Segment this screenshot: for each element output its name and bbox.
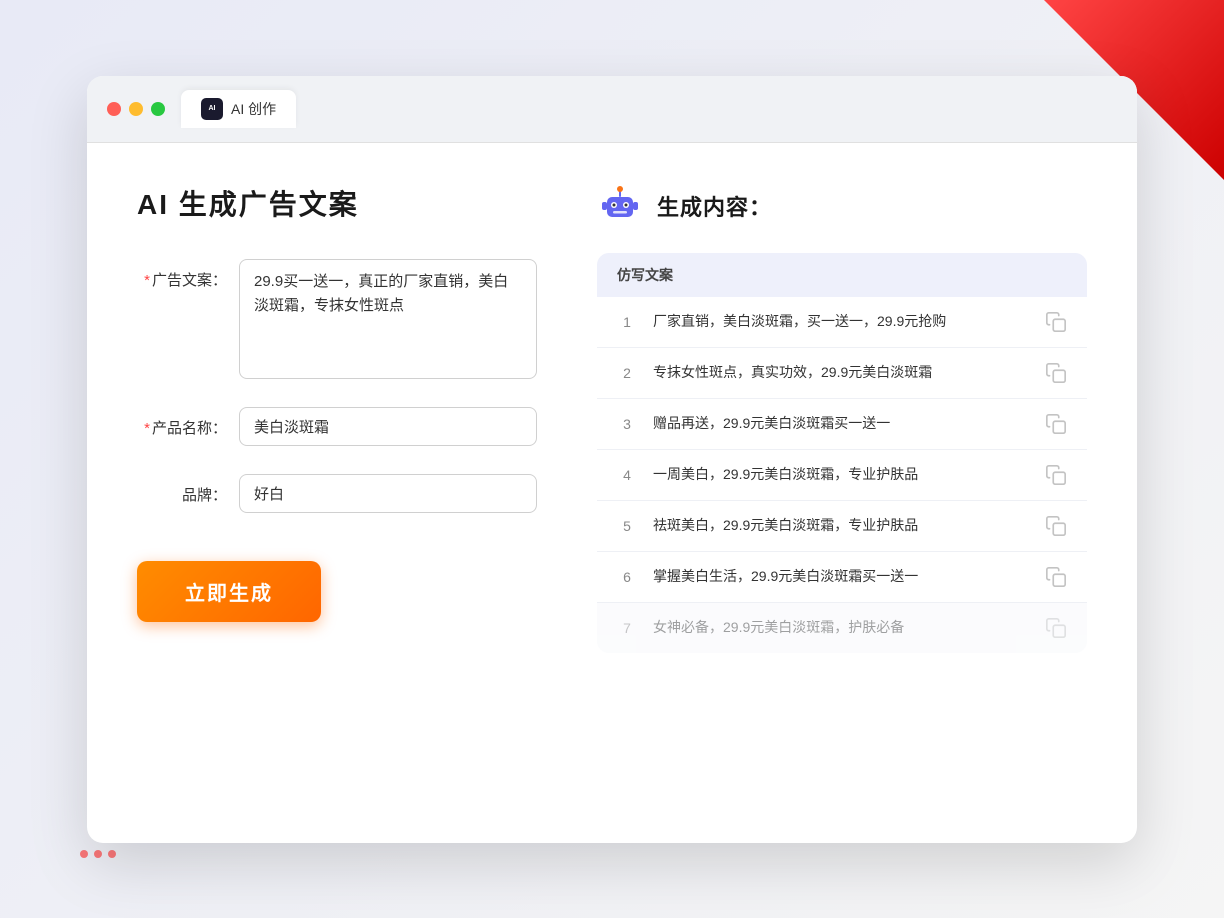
result-item-2: 2 专抹女性斑点，真实功效，29.9元美白淡斑霜 (597, 348, 1087, 399)
copy-icon-6[interactable] (1045, 566, 1067, 588)
ai-tab-icon (201, 98, 223, 120)
result-num-7: 7 (617, 620, 637, 636)
left-panel: AI 生成广告文案 *广告文案： *产品名称： 品牌： 立 (137, 183, 537, 803)
result-text-4: 一周美白，29.9元美白淡斑霜，专业护肤品 (653, 464, 1029, 485)
traffic-light-green[interactable] (151, 102, 165, 116)
result-text-6: 掌握美白生活，29.9元美白淡斑霜买一送一 (653, 566, 1029, 587)
result-text-3: 赠品再送，29.9元美白淡斑霜买一送一 (653, 413, 1029, 434)
browser-window: AI 创作 AI 生成广告文案 *广告文案： *产品名称： (87, 76, 1137, 843)
product-name-label: *产品名称： (137, 407, 227, 438)
ad-copy-label: *广告文案： (137, 259, 227, 290)
generate-button[interactable]: 立即生成 (137, 561, 321, 622)
result-text-7: 女神必备，29.9元美白淡斑霜，护肤必备 (653, 617, 1029, 638)
deco-bottom-left (80, 850, 116, 858)
results-list: 1 厂家直销，美白淡斑霜，买一送一，29.9元抢购 2 专抹女性斑点，真实功效，… (597, 297, 1087, 653)
robot-icon (597, 183, 643, 229)
product-name-group: *产品名称： (137, 407, 537, 446)
right-header: 生成内容： (597, 183, 1087, 229)
result-item-7: 7 女神必备，29.9元美白淡斑霜，护肤必备 (597, 603, 1087, 653)
required-marker-2: * (144, 420, 150, 437)
result-item-1: 1 厂家直销，美白淡斑霜，买一送一，29.9元抢购 (597, 297, 1087, 348)
page-title: AI 生成广告文案 (137, 183, 537, 223)
copy-icon-2[interactable] (1045, 362, 1067, 384)
required-marker-1: * (144, 272, 150, 289)
tab-label: AI 创作 (231, 99, 276, 119)
browser-content: AI 生成广告文案 *广告文案： *产品名称： 品牌： 立 (87, 143, 1137, 843)
copy-icon-3[interactable] (1045, 413, 1067, 435)
right-title: 生成内容： (657, 190, 772, 222)
results-container: 仿写文案 1 厂家直销，美白淡斑霜，买一送一，29.9元抢购 2 专抹女性斑点，… (597, 253, 1087, 653)
ad-copy-input[interactable] (239, 259, 537, 379)
copy-icon-7[interactable] (1045, 617, 1067, 639)
copy-icon-5[interactable] (1045, 515, 1067, 537)
result-item-6: 6 掌握美白生活，29.9元美白淡斑霜买一送一 (597, 552, 1087, 603)
product-name-input[interactable] (239, 407, 537, 446)
result-text-2: 专抹女性斑点，真实功效，29.9元美白淡斑霜 (653, 362, 1029, 383)
result-text-1: 厂家直销，美白淡斑霜，买一送一，29.9元抢购 (653, 311, 1029, 332)
result-num-2: 2 (617, 365, 637, 381)
result-item-5: 5 祛斑美白，29.9元美白淡斑霜，专业护肤品 (597, 501, 1087, 552)
copy-icon-1[interactable] (1045, 311, 1067, 333)
deco-dot-3 (108, 850, 116, 858)
brand-input[interactable] (239, 474, 537, 513)
result-item-3: 3 赠品再送，29.9元美白淡斑霜买一送一 (597, 399, 1087, 450)
result-num-1: 1 (617, 314, 637, 330)
results-header: 仿写文案 (597, 253, 1087, 297)
deco-dot-1 (80, 850, 88, 858)
result-item-4: 4 一周美白，29.9元美白淡斑霜，专业护肤品 (597, 450, 1087, 501)
result-num-6: 6 (617, 569, 637, 585)
browser-titlebar: AI 创作 (87, 76, 1137, 143)
right-panel: 生成内容： 仿写文案 1 厂家直销，美白淡斑霜，买一送一，29.9元抢购 2 专… (597, 183, 1087, 803)
brand-group: 品牌： (137, 474, 537, 513)
traffic-light-red[interactable] (107, 102, 121, 116)
traffic-light-yellow[interactable] (129, 102, 143, 116)
traffic-lights (107, 102, 165, 116)
deco-dot-2 (94, 850, 102, 858)
result-num-3: 3 (617, 416, 637, 432)
result-num-4: 4 (617, 467, 637, 483)
result-text-5: 祛斑美白，29.9元美白淡斑霜，专业护肤品 (653, 515, 1029, 536)
copy-icon-4[interactable] (1045, 464, 1067, 486)
active-tab[interactable]: AI 创作 (181, 90, 296, 128)
result-num-5: 5 (617, 518, 637, 534)
ad-copy-group: *广告文案： (137, 259, 537, 379)
brand-label: 品牌： (137, 474, 227, 505)
